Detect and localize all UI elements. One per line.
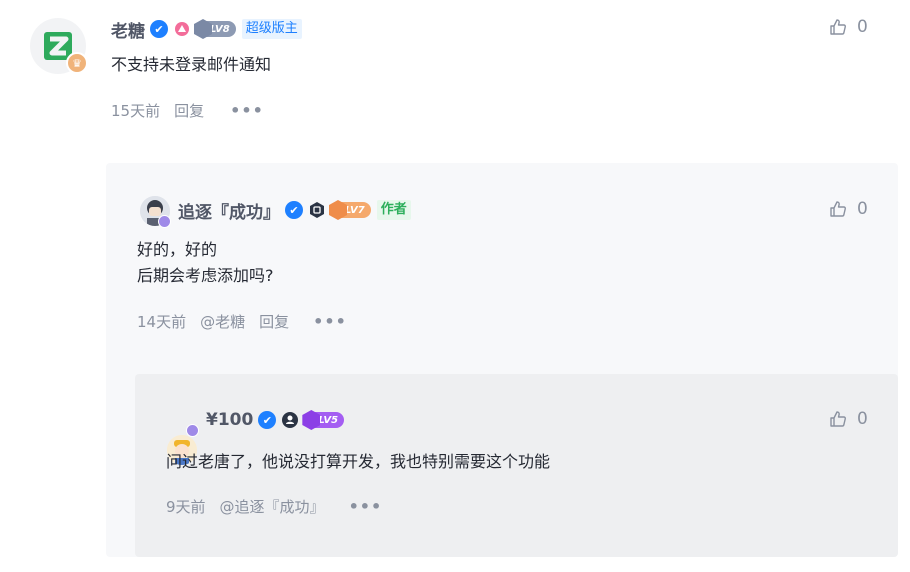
timestamp: 9天前 <box>166 497 206 516</box>
badge-icon <box>308 201 326 219</box>
thumbs-up-icon <box>830 411 846 427</box>
username[interactable]: 老糖 <box>111 17 145 42</box>
like-count: 0 <box>857 409 868 429</box>
verified-icon: ✔ <box>258 411 277 429</box>
moderator-tag: 超级版主 <box>241 19 302 39</box>
verified-icon: ✔ <box>285 201 303 219</box>
author-tag: 作者 <box>376 200 411 220</box>
reply-content: 好的，好的 后期会考虑添加吗? <box>137 237 274 289</box>
content-line: 好的，好的 <box>137 240 218 259</box>
content-line: 后期会考虑添加吗? <box>137 266 274 285</box>
reply-button[interactable]: 回复 <box>174 100 204 121</box>
reply-button[interactable]: 回复 <box>259 311 289 332</box>
like-button[interactable]: 0 <box>829 17 868 37</box>
crown-badge-icon: ♛ <box>66 52 88 74</box>
thumbs-up-icon <box>830 201 846 217</box>
username[interactable]: ¥100 <box>206 410 253 430</box>
more-icon[interactable]: ••• <box>230 101 264 120</box>
more-icon[interactable]: ••• <box>349 497 383 516</box>
medal-icon <box>173 20 191 38</box>
timestamp: 14天前 <box>137 312 187 331</box>
timestamp: 15天前 <box>111 101 161 120</box>
comment-meta: 15天前 回复 ••• <box>111 99 278 121</box>
reply-meta: 9天前 @追逐『成功』 ••• <box>166 495 396 517</box>
mention-link[interactable]: @追逐『成功』 <box>220 496 325 517</box>
like-count: 0 <box>857 17 868 37</box>
level-badge: LV5 <box>304 412 345 428</box>
mention-link[interactable]: @老糖 <box>200 311 245 332</box>
thumbs-up-icon <box>830 19 846 35</box>
reply-content: 问过老唐了，他说没打算开发，我也特别需要这个功能 <box>166 452 551 471</box>
more-icon[interactable]: ••• <box>313 312 347 331</box>
level-badge: LV7 <box>331 202 371 218</box>
comment-content: 不支持未登录邮件通知 <box>111 55 272 74</box>
reply-header: 追逐『成功』 ✔ LV7 作者 <box>178 198 411 223</box>
verified-icon: ✔ <box>150 20 168 38</box>
user-badge-icon <box>158 215 171 228</box>
reply-header: ¥100 ✔ LV5 <box>206 408 345 432</box>
user-badge-icon <box>186 424 199 437</box>
reply-meta: 14天前 @老糖 回复 ••• <box>137 310 361 332</box>
username[interactable]: 追逐『成功』 <box>178 198 280 223</box>
badge-icon <box>281 411 299 429</box>
level-badge: LV8 <box>196 21 236 37</box>
like-button[interactable]: 0 <box>829 199 868 219</box>
comment-header: 老糖 ✔ LV8 超级版主 <box>111 17 302 42</box>
like-button[interactable]: 0 <box>829 409 868 429</box>
like-count: 0 <box>857 199 868 219</box>
